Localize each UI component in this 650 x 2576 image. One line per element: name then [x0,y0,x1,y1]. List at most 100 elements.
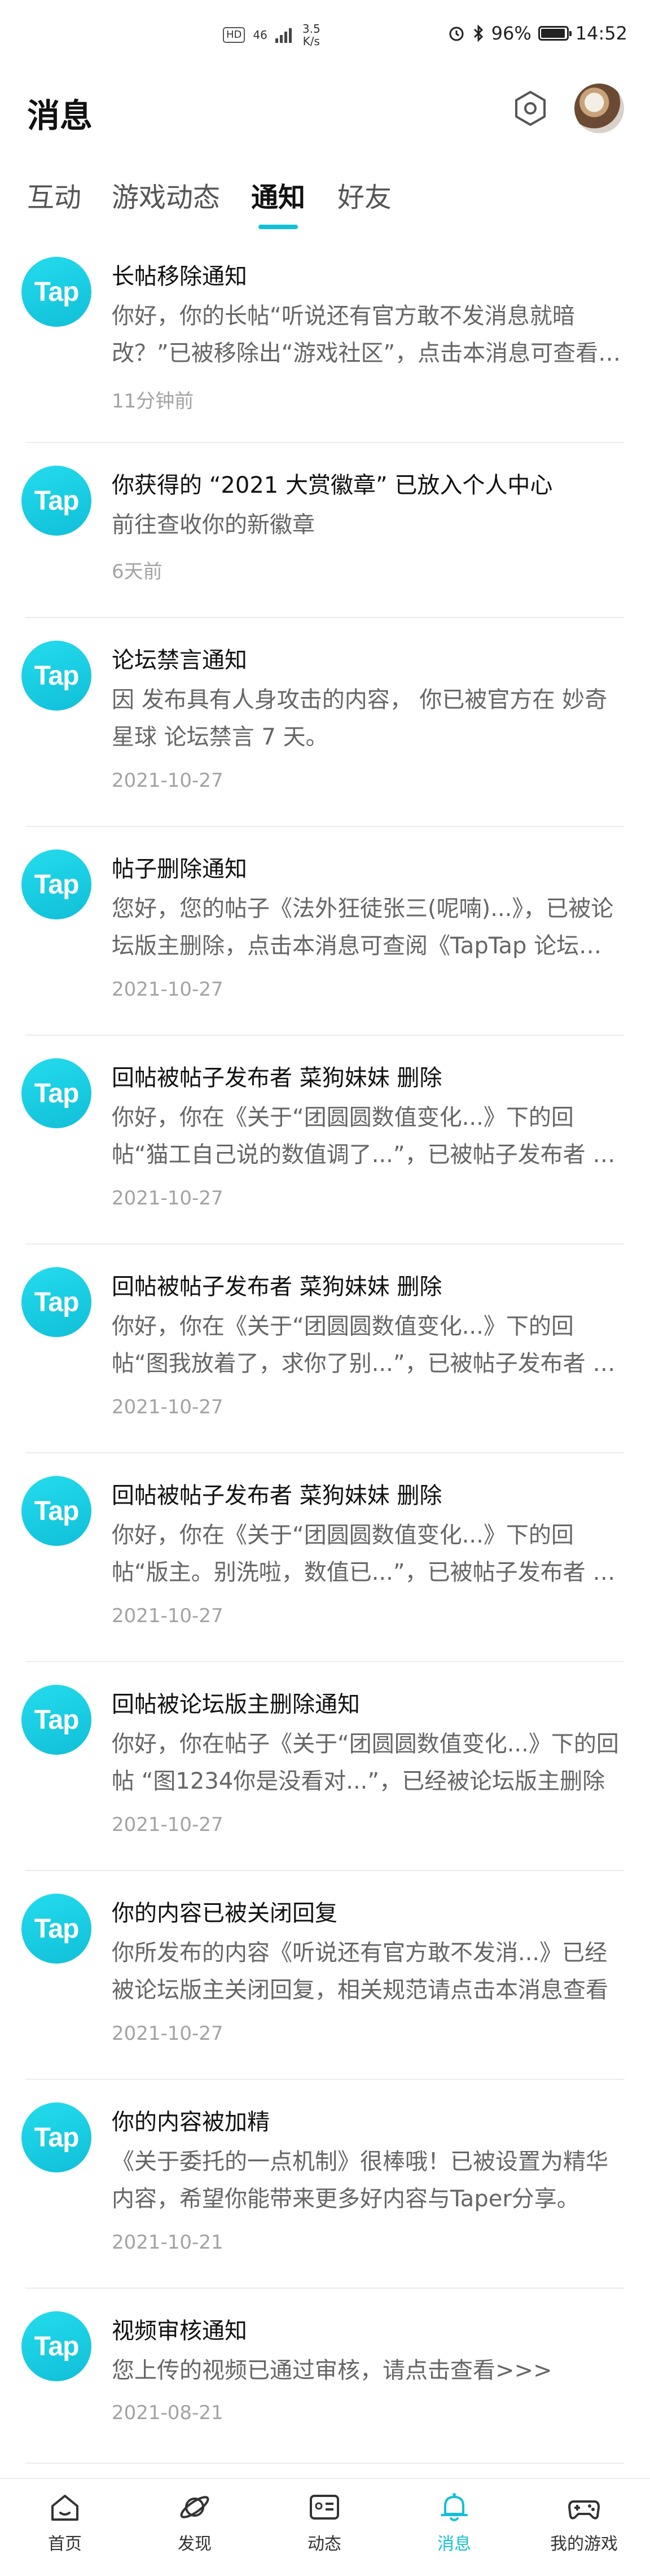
status-right: 96% 14:52 [447,23,627,44]
bell-icon [441,2493,468,2521]
logo-text: Tap [34,1287,80,1317]
taptap-logo-icon: Tap [21,2311,91,2381]
notification-title: 回帖被帖子发布者 菜狗妹妹 删除 [112,1483,442,1509]
tab-bar: 互动 游戏动态 通知 好友 [0,164,650,231]
taptap-logo-icon: Tap [21,1685,91,1755]
notification-item[interactable]: Tap 你的内容被加精《关于委托的一点机制》很棒哦！已被设置为精华内容，希望你能带… [0,2080,650,2289]
taptap-logo-icon: Tap [21,1267,91,1337]
status-indicators: HD 46 3.5 K/s [223,23,320,47]
logo-text: Tap [34,2331,80,2362]
notification-item[interactable]: Tap 你获得的 “2021 大赏徽章” 已放入个人中心 前往查收你的新徽章 6天前 [0,443,650,618]
network-speed: 3.5 K/s [302,23,320,47]
notification-body: 你好，你在《关于“团圆圆数值变化...》下的回帖“版主。别洗啦，数值已...”，… [112,1522,616,1585]
taptap-logo-icon: Tap [21,257,91,327]
network-badge: HD [223,27,245,43]
tab-friends[interactable]: 好友 [337,175,392,214]
signal-label: 46 [253,28,267,42]
bluetooth-icon [473,24,483,42]
home-icon [51,2495,78,2521]
signal-icon [275,28,292,43]
notification-time: 2021-10-27 [112,1396,223,1418]
nav-discover[interactable]: 发现 [130,2489,260,2555]
notification-title: 帖子删除通知 [112,856,247,882]
notification-item[interactable]: Tap 帖子删除通知您好，您的帖子《法外狂徒张三(呢喃)...》，已被论坛版主删除… [0,827,650,1036]
alarm-icon [449,27,464,41]
notification-time: 2021-10-27 [112,978,223,1001]
bottom-nav: 首页 发现 动态 消息 我的游戏 [0,2478,650,2576]
logo-text: Tap [34,277,80,307]
notification-time: 2021-08-21 [112,2402,223,2424]
notification-item[interactable]: Tap 长帖移除通知 你好，你的长帖“听说还有官方敢不发消息就暗改？”已被移除出“游… [0,234,650,443]
notification-item[interactable]: Tap 回帖被帖子发布者 菜狗妹妹 删除你好，你在《关于“团圆圆数值变化...》下… [0,1453,650,1662]
notification-item[interactable]: Tap 视频审核通知您上传的视频已通过审核，请点击查看>>> 2021-08-21 [0,2289,650,2464]
notification-title: 论坛禁言通知 [112,647,247,673]
hexagon-gear-icon [515,91,546,126]
feed-icon [310,2495,339,2520]
notification-body: 您上传的视频已通过审核，请点击查看>>> [112,2358,552,2384]
notification-body: 《关于委托的一点机制》很棒哦！已被设置为精华内容，希望你能带来更多好内容与Tap… [112,2149,608,2212]
notification-title: 回帖被帖子发布者 菜狗妹妹 删除 [112,1274,442,1300]
logo-text: Tap [34,1705,80,1735]
notification-title: 长帖移除通知 [112,264,247,290]
tab-game-updates[interactable]: 游戏动态 [112,175,220,214]
notification-body: 你好，你在《关于“团圆圆数值变化...》下的回帖“猫工自己说的数值调了...”，… [112,1105,616,1168]
clock: 14:52 [575,23,627,44]
taptap-logo-icon: Tap [21,641,91,711]
logo-text: Tap [34,1078,80,1109]
page-title: 消息 [27,97,93,135]
notification-body: 你好，你在《关于“团圆圆数值变化...》下的回帖“图我放着了，求你了别...”，… [112,1313,616,1377]
active-tab-indicator [258,225,298,229]
tab-interaction[interactable]: 互动 [27,175,81,214]
logo-text: Tap [34,485,80,516]
logo-text: Tap [34,660,80,691]
taptap-logo-icon: Tap [21,1476,91,1546]
logo-text: Tap [34,1496,80,1526]
battery-icon [538,26,572,41]
tab-notifications[interactable]: 通知 [251,175,305,214]
notification-item[interactable]: Tap 回帖被帖子发布者 菜狗妹妹 删除你好，你在《关于“团圆圆数值变化...》下… [0,1245,650,1453]
taptap-logo-icon: Tap [21,466,91,536]
nav-feed-label: 动态 [308,2534,341,2554]
notification-time: 2021-10-27 [112,769,223,792]
nav-home[interactable]: 首页 [0,2489,130,2555]
speed-unit: K/s [302,34,320,48]
notification-list: Tap 长帖移除通知 你好，你的长帖“听说还有官方敢不发消息就暗改？”已被移除出“游… [0,234,650,2464]
notification-time: 2021-10-27 [112,1605,223,1627]
notification-title: 回帖被帖子发布者 菜狗妹妹 删除 [112,1065,442,1091]
notification-title: 你的内容已被关闭回复 [112,1900,337,1926]
notification-item[interactable]: Tap 论坛禁言通知因 发布具有人身攻击的内容， 你已被官方在 妙奇星球 论坛禁言… [0,618,650,827]
nav-my-games[interactable]: 我的游戏 [519,2489,649,2555]
notification-time: 2021-10-27 [112,1813,223,1836]
notification-title: 你获得的 “2021 大赏徽章” 已放入个人中心 [112,472,553,498]
notification-title: 你的内容被加精 [112,2109,270,2135]
nav-home-label: 首页 [48,2534,82,2554]
logo-text: Tap [34,1913,80,1944]
header: 消息 [0,79,650,147]
gamepad-icon [568,2500,600,2520]
notification-body: 你所发布的内容《听说还有官方敢不发消...》已经被论坛版主关闭回复，相关规范请点… [112,1940,608,2003]
notification-time: 2021-10-21 [112,2231,223,2254]
notification-body: 你好，你在帖子《关于“团圆圆数值变化...》下的回帖 “图1234你是没看对..… [112,1731,619,1794]
notification-title: 视频审核通知 [112,2318,247,2344]
taptap-logo-icon: Tap [21,1058,91,1128]
notification-item[interactable]: Tap 回帖被帖子发布者 菜狗妹妹 删除你好，你在《关于“团圆圆数值变化...》下… [0,1036,650,1245]
notification-body: 您好，您的帖子《法外狂徒张三(呢喃)...》，已被论坛版主删除，点击本消息可查阅… [112,896,614,959]
avatar[interactable] [574,84,624,133]
notification-item[interactable]: Tap 你的内容已被关闭回复你所发布的内容《听说还有官方敢不发消...》已经被论坛… [0,1871,650,2080]
taptap-logo-icon: Tap [21,849,91,919]
nav-discover-label: 发现 [178,2534,212,2554]
nav-messages[interactable]: 消息 [389,2489,519,2555]
logo-text: Tap [34,2122,80,2153]
notification-item[interactable]: Tap 回帖被论坛版主删除通知你好，你在帖子《关于“团圆圆数值变化...》下的回帖… [0,1662,650,1871]
nav-messages-label: 消息 [437,2534,471,2554]
battery-percent: 96% [491,23,532,44]
nav-my-games-label: 我的游戏 [550,2534,618,2554]
notification-time: 11分钟前 [112,390,194,413]
settings-button[interactable] [508,86,553,131]
notification-title: 回帖被论坛版主删除通知 [112,1692,360,1718]
nav-feed[interactable]: 动态 [260,2489,389,2555]
notification-body: 前往查收你的新徽章 [112,512,315,538]
speed-value: 3.5 [302,22,320,36]
notification-body: 因 发布具有人身攻击的内容， 你已被官方在 妙奇星球 论坛禁言 7 天。 [112,687,608,750]
taptap-logo-icon: Tap [21,1894,91,1964]
